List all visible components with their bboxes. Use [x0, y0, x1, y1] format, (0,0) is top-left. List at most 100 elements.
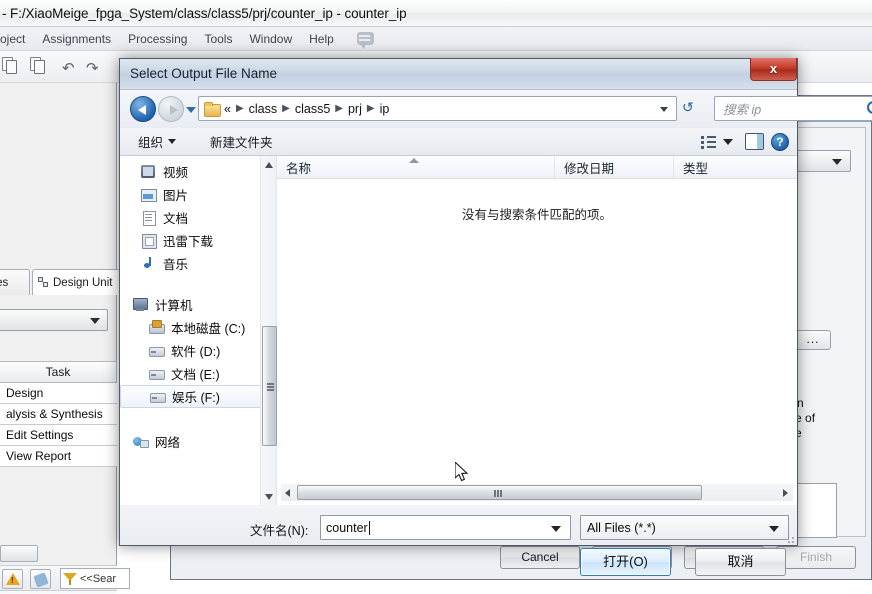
column-header-type-label: 类型 — [683, 161, 709, 176]
nav-item-label: 视频 — [163, 166, 189, 180]
scrollbar-grip-icon — [267, 383, 274, 385]
info-filter-button[interactable] — [30, 569, 51, 589]
menu-item-help[interactable]: Help — [309, 32, 334, 46]
breadcrumb-class5[interactable]: class5 — [295, 102, 330, 116]
warning-filter-button[interactable] — [2, 569, 23, 589]
sort-ascending-icon — [409, 158, 419, 163]
menu-item-project[interactable]: oject — [0, 32, 25, 46]
scrollbar-grip-icon — [494, 490, 496, 497]
download-icon — [140, 233, 157, 249]
refresh-icon[interactable]: ↺ — [682, 99, 694, 116]
tasks-horizontal-scrollbar[interactable] — [0, 545, 38, 562]
menu-item-processing[interactable]: Processing — [128, 32, 187, 46]
file-type-filter-dropdown[interactable]: All Files (*.*) — [580, 515, 789, 540]
menu-item-window[interactable]: Window — [249, 32, 292, 46]
file-list-pane[interactable]: 名称 修改日期 类型 没有与搜索条件匹配的项。 — [277, 156, 797, 505]
tab-design-unit-label: Design Unit — [53, 276, 113, 289]
new-folder-button[interactable]: 新建文件夹 — [210, 132, 273, 151]
wizard-browse-button[interactable]: ... — [795, 330, 831, 350]
dialog-footer: 文件名(N): counter All Files (*.*) 打开(O) 取消 — [120, 505, 797, 576]
copy-icon[interactable] — [2, 57, 21, 76]
chevron-down-icon[interactable] — [660, 107, 668, 112]
column-header-date-modified[interactable]: 修改日期 — [554, 156, 673, 178]
message-search-input[interactable]: <<Sear — [60, 568, 130, 589]
quartus-left-panel: Files Design Unit Task Design alysis & S… — [0, 83, 130, 594]
redo-icon[interactable]: ↷ — [86, 59, 99, 77]
scroll-down-arrow-icon[interactable] — [263, 490, 276, 503]
quartus-flow-dropdown[interactable] — [0, 309, 108, 331]
document-icon — [140, 210, 157, 226]
nav-item-music[interactable]: 音乐 — [120, 252, 276, 275]
menu-item-tools[interactable]: Tools — [204, 32, 232, 46]
nav-item-computer[interactable]: 计算机 — [120, 293, 276, 316]
open-button[interactable]: 打开(O) — [580, 548, 671, 576]
column-header-name[interactable]: 名称 — [277, 156, 554, 178]
preview-pane-icon[interactable] — [745, 133, 764, 150]
task-row[interactable]: View Report — [0, 446, 117, 467]
nav-item-drive-e[interactable]: 文档 (E:) — [120, 362, 276, 385]
drive-icon — [148, 366, 165, 381]
history-dropdown-icon[interactable] — [186, 107, 196, 113]
filename-input[interactable]: counter — [320, 515, 571, 540]
cancel-button[interactable]: 取消 — [695, 548, 786, 576]
paste-icon[interactable] — [30, 57, 49, 76]
breadcrumb-overflow[interactable]: « — [224, 102, 231, 116]
resize-grip-icon[interactable] — [784, 533, 794, 543]
chevron-down-icon — [168, 139, 177, 144]
filename-label: 文件名(N): — [250, 524, 309, 538]
chevron-down-icon — [769, 526, 779, 532]
task-row[interactable]: Edit Settings — [0, 425, 117, 446]
scroll-right-arrow-icon[interactable] — [779, 485, 793, 500]
nav-item-thunder-download[interactable]: 迅雷下载 — [120, 229, 276, 252]
dialog-close-button[interactable]: x — [750, 58, 797, 81]
chevron-down-icon — [832, 159, 842, 165]
nav-item-video[interactable]: 视频 — [120, 160, 276, 183]
funnel-icon — [63, 572, 77, 585]
task-row[interactable]: alysis & Synthesis — [0, 404, 117, 425]
undo-icon[interactable]: ↶ — [62, 59, 75, 77]
view-mode-icon[interactable] — [701, 135, 717, 149]
forward-button[interactable] — [158, 96, 184, 122]
scrollbar-thumb[interactable] — [262, 326, 277, 446]
nav-item-network[interactable]: 网络 — [120, 430, 276, 453]
nav-item-drive-f[interactable]: 娱乐 (F:) — [120, 385, 273, 408]
search-placeholder-text: 搜索 ip — [723, 103, 762, 117]
file-list-horizontal-scrollbar[interactable] — [281, 484, 793, 501]
dialog-command-bar: 组织 新建文件夹 ? — [120, 128, 797, 156]
network-icon — [132, 434, 149, 449]
music-icon — [140, 256, 157, 271]
organize-menu-button[interactable]: 组织 — [138, 132, 177, 151]
nav-item-pictures[interactable]: 图片 — [120, 183, 276, 206]
search-input[interactable]: 搜索 ip — [714, 96, 872, 121]
picture-icon — [140, 187, 157, 202]
navpane-vertical-scrollbar[interactable] — [260, 156, 277, 505]
menu-item-assignments[interactable]: Assignments — [42, 32, 111, 46]
nav-item-local-disk-c[interactable]: 本地磁盘 (C:) — [120, 316, 276, 339]
breadcrumb-prj[interactable]: prj — [348, 102, 362, 116]
scroll-left-arrow-icon[interactable] — [281, 485, 295, 500]
breadcrumb-separator-icon: ▶ — [235, 103, 244, 114]
tab-files[interactable]: Files — [0, 269, 30, 295]
tab-design-unit[interactable]: Design Unit — [32, 269, 127, 295]
address-bar[interactable]: « ▶ class ▶ class5 ▶ prj ▶ ip — [198, 96, 677, 121]
column-header-type[interactable]: 类型 — [673, 156, 783, 178]
hscrollbar-thumb[interactable] — [297, 485, 702, 500]
wizard-cancel-button[interactable]: Cancel — [500, 545, 580, 569]
quartus-title-text: - F:/XiaoMeige_fpga_System/class/class5/… — [2, 5, 407, 21]
task-row[interactable]: Design — [0, 383, 117, 404]
back-button[interactable] — [130, 96, 156, 122]
search-icon — [867, 101, 872, 116]
chevron-down-icon[interactable] — [551, 526, 561, 532]
scroll-up-arrow-icon[interactable] — [263, 158, 276, 171]
nav-item-drive-d[interactable]: 软件 (D:) — [120, 339, 276, 362]
organize-label: 组织 — [138, 136, 164, 150]
help-icon[interactable]: ? — [771, 133, 789, 151]
breadcrumb-class[interactable]: class — [249, 102, 277, 116]
breadcrumb-ip[interactable]: ip — [380, 102, 390, 116]
dialog-title-bar: Select Output File Name x — [120, 58, 797, 90]
nav-item-documents[interactable]: 文档 — [120, 206, 276, 229]
speech-bubble-icon[interactable] — [356, 32, 374, 49]
chevron-down-icon[interactable] — [723, 139, 733, 145]
breadcrumb-separator-icon: ▶ — [335, 103, 343, 114]
quartus-menu-bar: oject Assignments Processing Tools Windo… — [0, 27, 872, 51]
